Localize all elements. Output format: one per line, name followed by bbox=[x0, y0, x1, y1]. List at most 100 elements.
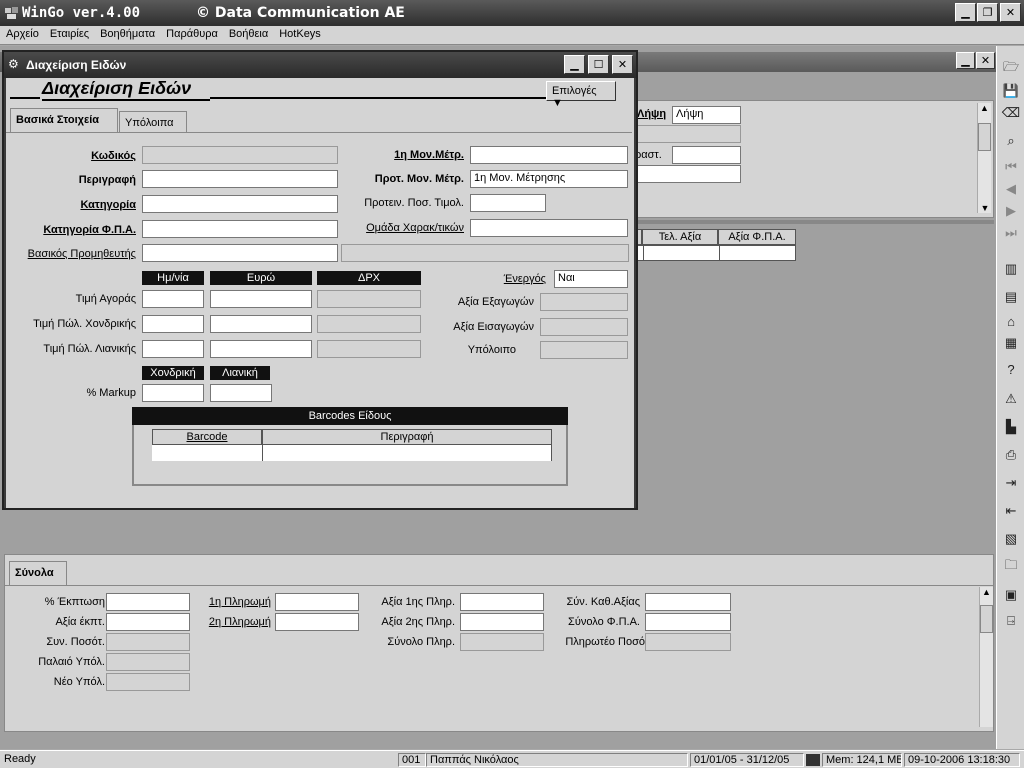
menu-help[interactable]: Βοήθεια bbox=[223, 26, 273, 40]
new-balance-field[interactable] bbox=[106, 673, 190, 691]
bg-scrollbar[interactable]: ▲ ▼ bbox=[977, 103, 991, 213]
scroll-up-icon[interactable]: ▲ bbox=[978, 103, 991, 117]
door-icon[interactable]: ⍈ bbox=[1001, 612, 1021, 630]
net-total-field[interactable] bbox=[645, 593, 731, 611]
payment2-label[interactable]: 2η Πληρωμή bbox=[195, 616, 271, 628]
item-minimize-button[interactable]: ▁ bbox=[564, 55, 585, 74]
supplier-field[interactable] bbox=[142, 244, 338, 262]
scroll-thumb[interactable] bbox=[978, 123, 991, 151]
menu-tools[interactable]: Βοηθήματα bbox=[94, 26, 160, 40]
active-field[interactable]: Ναι bbox=[554, 270, 628, 288]
pref-uom-field[interactable]: 1η Μον. Μέτρησης bbox=[470, 170, 628, 188]
supplier-label[interactable]: Βασικός Προμηθευτής bbox=[12, 248, 136, 260]
vat-total-field[interactable] bbox=[645, 613, 731, 631]
menu-hotkeys[interactable]: HotKeys bbox=[273, 26, 326, 40]
balance-field[interactable] bbox=[540, 341, 628, 359]
enter-icon[interactable]: ⇥ bbox=[1001, 474, 1021, 492]
books-icon[interactable]: ▥ bbox=[1001, 260, 1021, 278]
bg-field-4[interactable] bbox=[633, 165, 741, 183]
restore-button[interactable]: ❐ bbox=[977, 3, 998, 22]
barcode-desc-col-header[interactable]: Περιγραφή bbox=[262, 429, 552, 445]
tab-totals[interactable]: Σύνολα bbox=[9, 561, 67, 585]
payment1-label[interactable]: 1η Πληρωμή bbox=[195, 596, 271, 608]
old-balance-field[interactable] bbox=[106, 653, 190, 671]
payment1-field[interactable] bbox=[275, 593, 359, 611]
bg-field-2[interactable] bbox=[633, 125, 741, 143]
uom1-field[interactable] bbox=[470, 146, 628, 164]
binoculars-icon[interactable]: ⌕ bbox=[1001, 132, 1021, 150]
payments-total-field[interactable] bbox=[460, 633, 544, 651]
barcode-row[interactable] bbox=[152, 445, 552, 461]
warning-icon[interactable]: ⚠ bbox=[1001, 390, 1021, 408]
wholesale-price-drx[interactable] bbox=[317, 315, 421, 333]
tab-balances[interactable]: Υπόλοιπα bbox=[119, 111, 187, 132]
vat-category-field[interactable] bbox=[142, 220, 338, 238]
tab-basic[interactable]: Βασικά Στοιχεία bbox=[10, 108, 118, 132]
discount-value-field[interactable] bbox=[106, 613, 190, 631]
payment2-value-field[interactable] bbox=[460, 613, 544, 631]
bg-field-3[interactable] bbox=[672, 146, 741, 164]
code-field[interactable] bbox=[142, 146, 338, 164]
receive-field[interactable]: Λήψη bbox=[672, 106, 741, 124]
retail-price-drx[interactable] bbox=[317, 340, 421, 358]
char-group-field[interactable] bbox=[470, 219, 628, 237]
description-field[interactable] bbox=[142, 170, 338, 188]
next-icon[interactable]: ▶ bbox=[1001, 202, 1021, 220]
bg-close-button[interactable]: ✕ bbox=[976, 52, 995, 69]
open-folder-icon[interactable]: 🗀 bbox=[1001, 557, 1021, 576]
form-icon[interactable]: ▤ bbox=[1001, 288, 1021, 306]
active-label[interactable]: Ένεργός bbox=[446, 273, 546, 285]
prev-icon[interactable]: ◀ bbox=[1001, 180, 1021, 198]
grid-icon[interactable]: ▦ bbox=[1001, 334, 1021, 352]
scroll-up-icon[interactable]: ▲ bbox=[980, 587, 993, 601]
imports-field[interactable] bbox=[540, 318, 628, 336]
payment2-field[interactable] bbox=[275, 613, 359, 631]
supplier-name-field[interactable] bbox=[341, 244, 629, 262]
grid-col-vat[interactable]: Αξία Φ.Π.Α. bbox=[718, 229, 796, 245]
report-icon[interactable]: ▧ bbox=[1001, 530, 1021, 548]
menu-windows[interactable]: Παράθυρα bbox=[160, 26, 223, 40]
item-close-button[interactable]: ✕ bbox=[612, 55, 633, 74]
char-group-label[interactable]: Ομάδα Χαρακ/τικών bbox=[346, 222, 464, 234]
wholesale-price-euro[interactable] bbox=[210, 315, 312, 333]
scroll-thumb[interactable] bbox=[980, 605, 993, 633]
buy-price-euro[interactable] bbox=[210, 290, 312, 308]
payment1-value-field[interactable] bbox=[460, 593, 544, 611]
save-icon[interactable]: 💾 bbox=[1001, 82, 1021, 100]
bank-icon[interactable]: ⌂ bbox=[1001, 312, 1021, 330]
payable-field[interactable] bbox=[645, 633, 731, 651]
minimize-button[interactable]: ▁ bbox=[955, 3, 976, 22]
screen-icon[interactable]: ▣ bbox=[1001, 586, 1021, 604]
eraser-icon[interactable]: ⌫ bbox=[1001, 104, 1021, 122]
total-qty-field[interactable] bbox=[106, 633, 190, 651]
pref-qty-field[interactable] bbox=[470, 194, 546, 212]
scroll-down-icon[interactable]: ▼ bbox=[978, 203, 992, 213]
barcode-col-header[interactable]: Barcode bbox=[152, 429, 262, 445]
buy-price-date[interactable] bbox=[142, 290, 204, 308]
grid-row[interactable] bbox=[630, 245, 796, 261]
category-field[interactable] bbox=[142, 195, 338, 213]
grid-col-net[interactable]: Τελ. Αξία bbox=[642, 229, 718, 245]
first-icon[interactable]: ⏮ bbox=[1001, 158, 1021, 176]
menu-companies[interactable]: Εταιρίες bbox=[44, 26, 94, 40]
help-icon[interactable]: ? bbox=[1001, 360, 1021, 378]
printer-icon[interactable]: ⎙ bbox=[1001, 446, 1021, 464]
bg-minimize-button[interactable]: ▁ bbox=[956, 52, 975, 69]
building-icon[interactable]: ▙ bbox=[1001, 418, 1021, 436]
buy-price-drx[interactable] bbox=[317, 290, 421, 308]
exit-icon[interactable]: ⇤ bbox=[1001, 502, 1021, 520]
totals-scrollbar[interactable]: ▲ bbox=[979, 587, 993, 727]
last-icon[interactable]: ⏭ bbox=[1001, 224, 1021, 242]
retail-price-date[interactable] bbox=[142, 340, 204, 358]
close-button[interactable]: ✕ bbox=[1000, 3, 1021, 22]
markup-retail-field[interactable] bbox=[210, 384, 272, 402]
retail-price-euro[interactable] bbox=[210, 340, 312, 358]
markup-wholesale-field[interactable] bbox=[142, 384, 204, 402]
exports-field[interactable] bbox=[540, 293, 628, 311]
wholesale-price-date[interactable] bbox=[142, 315, 204, 333]
menu-file[interactable]: Αρχείο bbox=[0, 26, 44, 40]
options-button[interactable]: Επιλογές ▼ bbox=[546, 81, 616, 109]
folder-open-icon[interactable]: 🗁 bbox=[1001, 59, 1021, 78]
discount-pct-field[interactable] bbox=[106, 593, 190, 611]
item-maximize-button[interactable]: ☐ bbox=[588, 55, 609, 74]
